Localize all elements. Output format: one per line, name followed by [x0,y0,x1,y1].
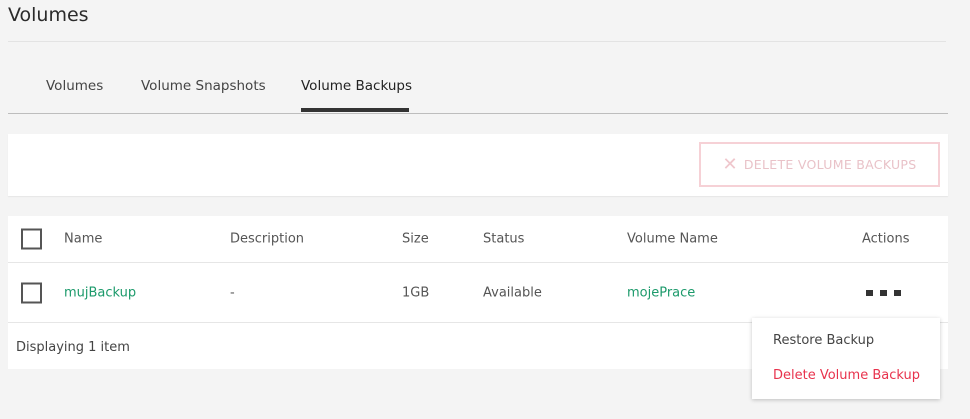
column-header-size[interactable]: Size [402,232,429,247]
delete-volume-backups-label: DELETE VOLUME BACKUPS [743,157,917,172]
select-all-checkbox[interactable] [21,228,42,250]
delete-volume-backups-button[interactable]: ✕ DELETE VOLUME BACKUPS [699,142,940,187]
column-header-volume-name[interactable]: Volume Name [627,232,718,247]
tab-volume-backups[interactable]: Volume Backups [301,78,412,107]
column-header-actions: Actions [862,231,910,247]
backup-status: Available [483,285,542,300]
more-actions-icon[interactable] [866,289,901,296]
column-header-name[interactable]: Name [64,232,102,247]
restore-backup-menu-item[interactable]: Restore Backup [773,333,874,348]
volume-name-link[interactable]: mojePrace [627,285,695,300]
column-header-description[interactable]: Description [230,232,304,247]
tab-bar: Volumes Volume Snapshots Volume Backups [8,68,948,114]
actions-dropdown-menu: Restore Backup Delete Volume Backup [752,318,940,399]
backup-size: 1GB [402,285,430,300]
active-tab-indicator [301,108,409,112]
page-title: Volumes [8,4,89,26]
delete-volume-backup-menu-item[interactable]: Delete Volume Backup [773,368,920,383]
backup-description: - [230,285,235,300]
item-count: Displaying 1 item [16,340,130,355]
backup-name-link[interactable]: mujBackup [64,285,136,300]
title-divider [8,41,946,42]
table-header-row: Name Description Size Status Volume Name… [8,216,948,263]
row-checkbox[interactable] [21,282,42,303]
table-toolbar: ✕ DELETE VOLUME BACKUPS [8,134,948,196]
tab-volumes[interactable]: Volumes [46,78,103,107]
close-icon: ✕ [722,153,738,175]
tab-volume-snapshots[interactable]: Volume Snapshots [141,78,266,107]
column-header-status[interactable]: Status [483,232,524,247]
table-row: mujBackup - 1GB Available mojePrace [8,263,948,323]
